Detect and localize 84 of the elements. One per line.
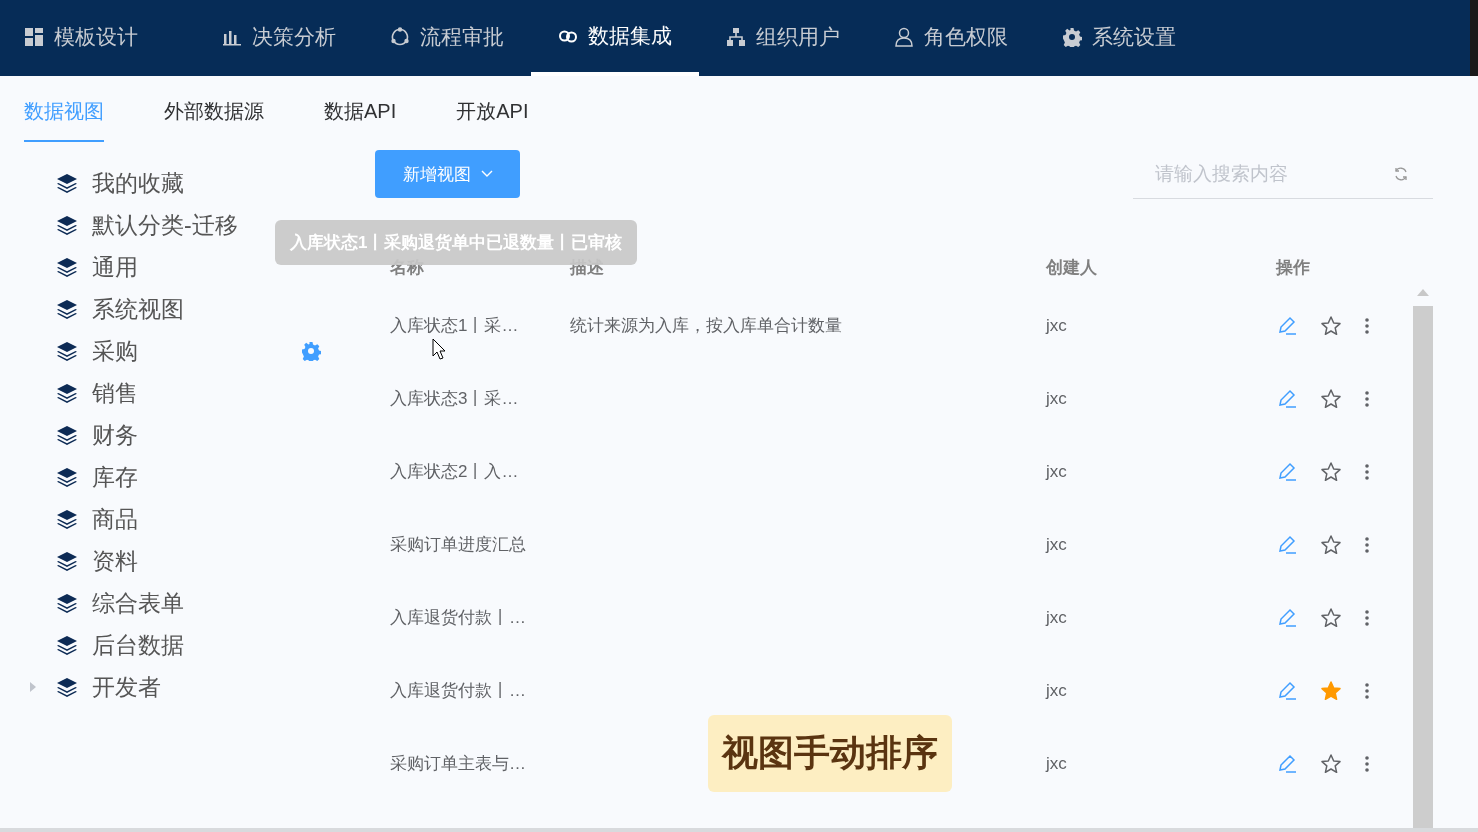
table-cell-text: 采购订单进度汇总 — [390, 534, 527, 556]
column-header: 创建人 — [1046, 256, 1098, 279]
tab[interactable]: 开放API — [456, 76, 529, 142]
tree-item[interactable]: 综合表单 — [92, 587, 282, 619]
edit-icon[interactable] — [1276, 387, 1298, 410]
star-icon[interactable] — [1320, 533, 1342, 556]
search-field[interactable]: 请输入搜索内容 — [1133, 153, 1393, 195]
layers-icon — [56, 634, 78, 656]
star-icon[interactable] — [1320, 314, 1342, 337]
layers-icon — [56, 676, 78, 698]
table-cell-text: jxc — [1046, 534, 1068, 555]
layers-icon — [56, 550, 78, 572]
edit-icon[interactable] — [1276, 679, 1298, 702]
tree-item[interactable]: 资料 — [92, 545, 282, 577]
layers-icon — [56, 172, 78, 194]
scrollbar[interactable] — [1413, 289, 1433, 828]
star-icon[interactable] — [1320, 460, 1342, 483]
more-icon[interactable] — [1364, 681, 1370, 700]
nav-tab[interactable]: 系统设置 — [1035, 0, 1203, 76]
edit-icon[interactable] — [1276, 606, 1298, 629]
tree-item[interactable]: 采购 — [92, 335, 282, 367]
layers-icon — [56, 214, 78, 236]
cycle-icon — [390, 26, 410, 47]
table-cell-text: jxc — [1046, 680, 1068, 701]
tree-item[interactable]: 销售 — [92, 377, 282, 409]
tree-item[interactable]: 库存 — [92, 461, 282, 493]
nav-tab[interactable]: 角色权限 — [867, 0, 1035, 76]
more-icon[interactable] — [1364, 462, 1370, 481]
table-cell-text: 统计来源为入库，按入库单合计数量 — [570, 315, 843, 337]
layers-icon — [56, 256, 78, 278]
edit-icon[interactable] — [1276, 533, 1298, 556]
cursor-icon — [432, 338, 446, 360]
tree-item[interactable]: 我的收藏 — [92, 167, 282, 199]
table-cell-text: 入库退货付款丨… — [390, 607, 527, 629]
table-cell-text: 入库状态1丨采… — [390, 315, 520, 337]
layers-icon — [56, 424, 78, 446]
star-icon[interactable] — [1320, 679, 1342, 702]
table-cell-text: jxc — [1046, 461, 1068, 482]
table-cell-text: jxc — [1046, 315, 1068, 336]
tab[interactable]: 外部数据源 — [164, 76, 264, 142]
user-icon — [894, 26, 914, 47]
nav-tab[interactable]: 组织用户 — [699, 0, 867, 76]
edit-icon[interactable] — [1276, 460, 1298, 483]
star-icon[interactable] — [1320, 606, 1342, 629]
refresh-icon[interactable] — [1393, 166, 1409, 182]
tree-item[interactable]: 后台数据 — [92, 629, 282, 661]
more-icon[interactable] — [1364, 754, 1370, 773]
table-cell-text: jxc — [1046, 753, 1068, 774]
more-icon[interactable] — [1364, 608, 1370, 627]
layers-icon — [56, 340, 78, 362]
layers-icon — [56, 466, 78, 488]
more-icon[interactable] — [1364, 316, 1370, 335]
nav-tab[interactable]: 决策分析 — [195, 0, 363, 76]
edit-icon[interactable] — [1276, 314, 1298, 337]
nav-tab[interactable]: 流程审批 — [363, 0, 531, 76]
star-icon[interactable] — [1320, 387, 1342, 410]
table-cell-text: 入库退货付款丨… — [390, 680, 527, 702]
table-cell-text: jxc — [1046, 388, 1068, 409]
layers-icon — [56, 382, 78, 404]
tree-item[interactable]: 财务 — [92, 419, 282, 451]
table-cell-text: jxc — [1046, 607, 1068, 628]
table-cell-text: 入库状态3丨采… — [390, 388, 520, 410]
star-icon[interactable] — [1320, 752, 1342, 775]
settings-icon[interactable] — [301, 341, 321, 361]
grid-icon — [24, 26, 44, 47]
settings-icon — [1062, 26, 1082, 47]
tree-item[interactable]: 开发者 — [92, 671, 282, 703]
layers-icon — [56, 592, 78, 614]
more-icon[interactable] — [1364, 535, 1370, 554]
caption: 视图手动排序 — [708, 715, 952, 792]
org-chart-icon — [726, 26, 746, 47]
chevron-down-icon — [480, 170, 493, 178]
nav-tab[interactable]: 数据集成 — [531, 0, 699, 76]
tree-item[interactable]: 商品 — [92, 503, 282, 535]
nav-tab[interactable]: 模板设计 — [24, 0, 165, 76]
table-cell-text: 采购订单主表与… — [390, 753, 527, 775]
edit-icon[interactable] — [1276, 752, 1298, 775]
tab[interactable]: 数据API — [324, 76, 397, 142]
more-icon[interactable] — [1364, 389, 1370, 408]
layers-icon — [56, 508, 78, 530]
tree-item[interactable]: 系统视图 — [92, 293, 282, 325]
column-header: 操作 — [1276, 256, 1311, 279]
table-cell-text: 入库状态2丨入… — [390, 461, 520, 483]
layers-icon — [56, 298, 78, 320]
